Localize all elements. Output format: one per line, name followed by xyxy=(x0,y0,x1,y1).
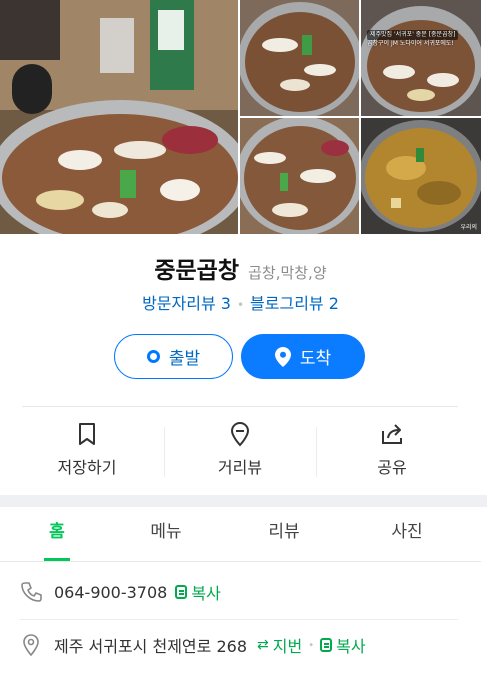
map-pin-icon xyxy=(23,634,39,656)
food-photo-3[interactable]: 제주맛집 '서귀포' 중문 [중문곱창] 곱창구이 JM 노다이어 서귀포에도! xyxy=(361,0,481,116)
street-view-label: 거리뷰 xyxy=(217,458,263,477)
address-copy-button[interactable]: 복사 xyxy=(320,633,366,657)
separator-dot: • xyxy=(308,639,315,651)
photo-grid: 제주맛집 '서귀포' 중문 [중문곱창] 곱창구이 JM 노다이어 서귀포에도!… xyxy=(0,0,481,234)
tab-menu[interactable]: 메뉴 xyxy=(116,507,216,562)
copy-icon xyxy=(175,585,188,599)
action-bar: 저장하기 거리뷰 공유 xyxy=(0,407,481,495)
address-copy-label: 복사 xyxy=(336,637,366,656)
street-view-pin-icon xyxy=(230,421,250,447)
divider xyxy=(20,619,458,620)
place-category: 곱창,막창,양 xyxy=(248,264,327,282)
route-arrive-button[interactable]: 도착 xyxy=(241,334,365,379)
share-label: 공유 xyxy=(377,458,407,477)
active-tab-indicator xyxy=(44,558,70,561)
save-label: 저장하기 xyxy=(57,458,117,477)
tab-photo[interactable]: 사진 xyxy=(357,507,457,562)
route-start-button[interactable]: 출발 xyxy=(114,334,233,379)
photo-watermark: 우리의 xyxy=(460,224,477,231)
phone-number[interactable]: 064-900-3708 xyxy=(54,583,167,602)
photo-caption: 제주맛집 '서귀포' 중문 [중문곱창] 곱창구이 JM 노다이어 서귀포에도! xyxy=(367,30,477,48)
street-view-button[interactable]: 거리뷰 xyxy=(165,407,315,495)
tab-home[interactable]: 홈 xyxy=(7,507,107,562)
route-arrive-label: 도착 xyxy=(299,349,332,369)
tab-review[interactable]: 리뷰 xyxy=(234,507,334,562)
copy-icon xyxy=(320,638,333,652)
food-photo-5[interactable]: 우리의 xyxy=(361,118,481,234)
main-food-photo[interactable] xyxy=(0,0,238,234)
place-name: 중문곱창 xyxy=(154,258,239,284)
review-summary: 방문자리뷰 3 • 블로그리뷰 2 xyxy=(0,290,481,314)
jibun-toggle-button[interactable]: ⇄ 지번 xyxy=(257,633,302,657)
copy-label: 복사 xyxy=(191,584,221,603)
visitor-review-link[interactable]: 방문자리뷰 3 xyxy=(142,294,231,313)
share-icon xyxy=(382,424,402,444)
share-button[interactable]: 공유 xyxy=(317,407,467,495)
blog-review-link[interactable]: 블로그리뷰 2 xyxy=(250,294,339,313)
phone-copy-button[interactable]: 복사 xyxy=(175,580,221,604)
start-point-icon xyxy=(146,350,160,363)
swap-arrows-icon: ⇄ xyxy=(257,637,269,653)
address-row: 제주 서귀포시 천제연로 268 ⇄ 지번 • 복사 xyxy=(20,625,460,665)
phone-icon xyxy=(21,582,42,602)
location-pin-icon xyxy=(274,346,291,367)
place-header: 중문곱창 곱창,막창,양 xyxy=(0,251,481,285)
jibun-label: 지번 xyxy=(272,637,303,656)
food-photo-2[interactable] xyxy=(240,0,359,116)
save-button[interactable]: 저장하기 xyxy=(12,407,162,495)
route-start-label: 출발 xyxy=(168,349,201,369)
bookmark-icon xyxy=(79,423,95,445)
food-photo-4[interactable] xyxy=(240,118,359,234)
section-divider xyxy=(0,495,487,507)
separator-dot: • xyxy=(236,298,245,312)
tab-bar: 홈 메뉴 리뷰 사진 xyxy=(0,507,481,562)
phone-row: 064-900-3708 복사 xyxy=(20,572,460,612)
address-text: 제주 서귀포시 천제연로 268 xyxy=(54,637,247,656)
